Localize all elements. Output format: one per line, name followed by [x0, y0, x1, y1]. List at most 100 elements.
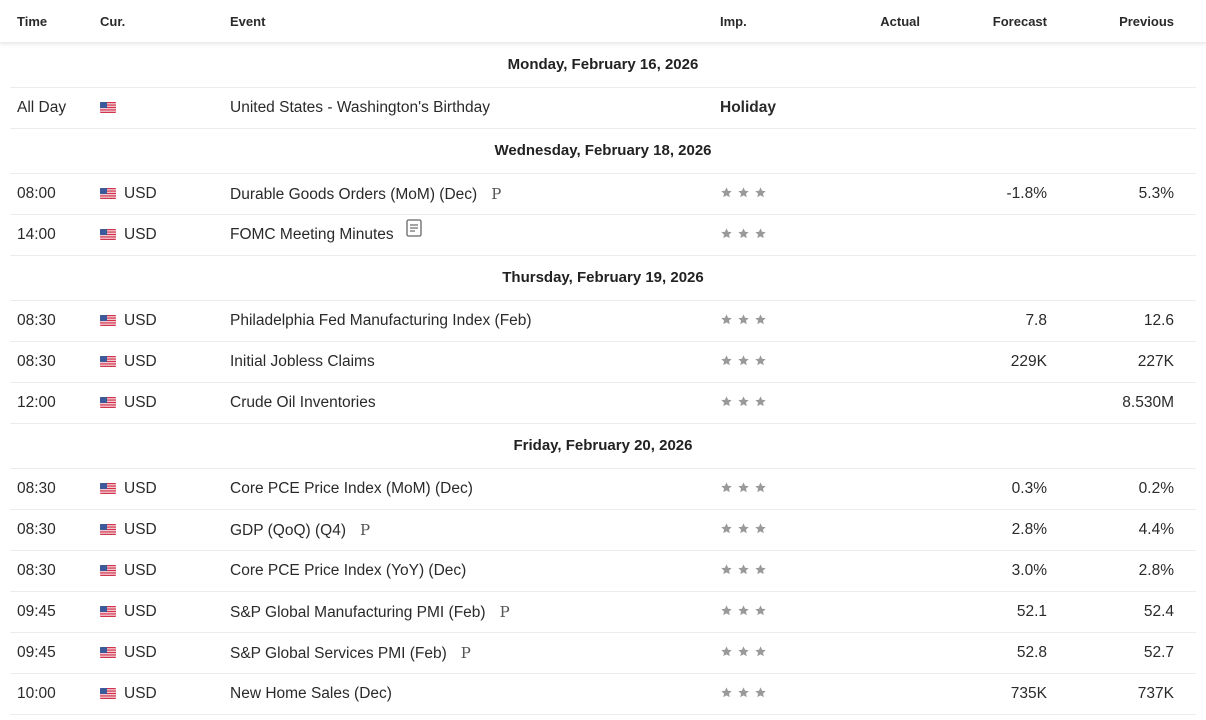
event-name: Crude Oil Inventories: [230, 394, 376, 411]
us-flag-icon: [100, 356, 116, 367]
star-icon: [720, 604, 733, 617]
event-name-link[interactable]: Durable Goods Orders (MoM) (Dec) P: [230, 174, 501, 215]
event-name-link[interactable]: S&P Global Manufacturing PMI (Feb) P: [230, 592, 510, 633]
event-time: 08:30: [17, 521, 56, 538]
preliminary-marker-icon[interactable]: P: [500, 592, 510, 632]
event-row[interactable]: 08:30 USD Philadelphia Fed Manufacturing I…: [10, 301, 1196, 342]
event-currency: USD: [124, 394, 157, 411]
star-icon: [754, 604, 767, 617]
date-header-row: Friday, February 20, 2026: [10, 424, 1196, 469]
event-previous: 0.2%: [1138, 480, 1174, 497]
column-header-previous[interactable]: Previous: [1119, 14, 1174, 29]
preliminary-marker-icon[interactable]: P: [360, 510, 370, 550]
event-name: Philadelphia Fed Manufacturing Index (Fe…: [230, 312, 532, 329]
event-currency: USD: [124, 644, 157, 661]
event-name-link[interactable]: S&P Global Services PMI (Feb) P: [230, 633, 471, 674]
table-header: Time Cur. Event Imp. Actual Forecast Pre…: [0, 0, 1206, 43]
star-icon: [754, 686, 767, 699]
us-flag-icon: [100, 565, 116, 576]
star-icon: [754, 395, 767, 408]
star-icon: [754, 313, 767, 326]
event-row[interactable]: 14:00 USD FOMC Meeting Minutes: [10, 215, 1196, 256]
event-previous: 12.6: [1143, 312, 1174, 329]
event-row[interactable]: 08:00 USD Durable Goods Orders (MoM) (Dec)…: [10, 174, 1196, 215]
us-flag-icon: [100, 647, 116, 658]
event-row[interactable]: 10:00 USD New Home Sales (Dec) 735K 737K: [10, 674, 1196, 715]
event-name-link[interactable]: United States - Washington's Birthday: [230, 88, 490, 128]
event-row[interactable]: 08:30 USD Initial Jobless Claims 229K 227K: [10, 342, 1196, 383]
star-icon: [720, 186, 733, 199]
column-header-event[interactable]: Event: [230, 14, 265, 29]
event-previous: 5.3%: [1138, 185, 1174, 202]
event-row[interactable]: All Day United States - Washington's Birt…: [10, 88, 1196, 129]
importance-stars: [720, 301, 767, 341]
star-icon: [754, 227, 767, 240]
event-forecast: 7.8: [1025, 312, 1047, 329]
us-flag-icon: [100, 229, 116, 240]
star-icon: [754, 481, 767, 494]
event-row[interactable]: 08:30 USD Core PCE Price Index (MoM) (Dec)…: [10, 469, 1196, 510]
date-label: Friday, February 20, 2026: [513, 437, 693, 454]
importance-stars: [720, 633, 767, 673]
column-header-currency[interactable]: Cur.: [100, 14, 125, 29]
event-name-link[interactable]: Crude Oil Inventories: [230, 383, 376, 423]
event-name-link[interactable]: Philadelphia Fed Manufacturing Index (Fe…: [230, 301, 532, 341]
us-flag-icon: [100, 606, 116, 617]
star-icon: [720, 645, 733, 658]
economic-calendar-table: Time Cur. Event Imp. Actual Forecast Pre…: [0, 0, 1206, 715]
column-header-actual[interactable]: Actual: [880, 14, 920, 29]
event-name-link[interactable]: Initial Jobless Claims: [230, 342, 375, 382]
event-currency: USD: [124, 353, 157, 370]
event-forecast: 52.8: [1016, 644, 1047, 661]
event-forecast: 3.0%: [1011, 562, 1047, 579]
event-name-link[interactable]: Core PCE Price Index (YoY) (Dec): [230, 551, 466, 591]
event-currency: USD: [124, 185, 157, 202]
preliminary-marker-icon[interactable]: P: [491, 174, 501, 214]
event-name: Durable Goods Orders (MoM) (Dec): [230, 186, 478, 203]
event-row[interactable]: 12:00 USD Crude Oil Inventories 8.530M: [10, 383, 1196, 424]
event-currency: USD: [124, 226, 157, 243]
event-currency: USD: [124, 562, 157, 579]
date-header-row: Wednesday, February 18, 2026: [10, 129, 1196, 174]
event-time: All Day: [17, 99, 67, 116]
event-currency: USD: [124, 603, 157, 620]
star-icon: [737, 522, 750, 535]
importance-stars: [720, 215, 767, 255]
date-header-row: Thursday, February 19, 2026: [10, 256, 1196, 301]
event-forecast: 2.8%: [1011, 521, 1047, 538]
star-icon: [737, 395, 750, 408]
event-forecast: 0.3%: [1011, 480, 1047, 497]
event-name: S&P Global Services PMI (Feb): [230, 645, 447, 662]
event-name: FOMC Meeting Minutes: [230, 226, 394, 243]
event-previous: 8.530M: [1122, 394, 1174, 411]
column-header-forecast[interactable]: Forecast: [993, 14, 1047, 29]
star-icon: [737, 481, 750, 494]
event-currency: USD: [124, 480, 157, 497]
importance-stars: [720, 592, 767, 632]
document-icon[interactable]: [406, 213, 422, 253]
star-icon: [720, 354, 733, 367]
column-header-importance[interactable]: Imp.: [720, 14, 747, 29]
date-header-row: Monday, February 16, 2026: [10, 43, 1196, 88]
event-previous: 52.4: [1143, 603, 1174, 620]
event-row[interactable]: 09:45 USD S&P Global Services PMI (Feb) P 52…: [10, 633, 1196, 674]
event-row[interactable]: 08:30 USD Core PCE Price Index (YoY) (Dec)…: [10, 551, 1196, 592]
event-time: 14:00: [17, 226, 56, 243]
event-name-link[interactable]: Core PCE Price Index (MoM) (Dec): [230, 469, 473, 509]
date-label: Monday, February 16, 2026: [507, 56, 699, 73]
event-row[interactable]: 08:30 USD GDP (QoQ) (Q4) P 2.8% 4.4%: [10, 510, 1196, 551]
preliminary-marker-icon[interactable]: P: [461, 633, 471, 673]
event-time: 10:00: [17, 685, 56, 702]
event-row[interactable]: 09:45 USD S&P Global Manufacturing PMI (Fe…: [10, 592, 1196, 633]
event-name: S&P Global Manufacturing PMI (Feb): [230, 604, 486, 621]
star-icon: [754, 354, 767, 367]
event-time: 09:45: [17, 644, 56, 661]
event-name-link[interactable]: GDP (QoQ) (Q4) P: [230, 510, 370, 551]
star-icon: [720, 686, 733, 699]
event-name-link[interactable]: FOMC Meeting Minutes: [230, 215, 422, 255]
event-name: GDP (QoQ) (Q4): [230, 522, 346, 539]
date-label: Wednesday, February 18, 2026: [494, 142, 712, 159]
star-icon: [720, 563, 733, 576]
event-name-link[interactable]: New Home Sales (Dec): [230, 674, 392, 714]
column-header-time[interactable]: Time: [17, 14, 47, 29]
